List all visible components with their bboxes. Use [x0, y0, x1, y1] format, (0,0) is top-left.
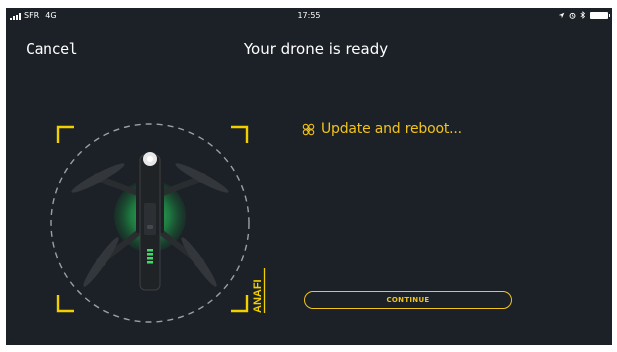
location-arrow-icon [558, 12, 565, 18]
update-status: Update and reboot... [302, 121, 462, 137]
propeller-icon [302, 123, 315, 135]
status-time: 17:55 [297, 11, 321, 20]
continue-button[interactable]: CONTINUE [304, 291, 512, 309]
anafi-logo: ANAFI [252, 268, 266, 313]
status-right [558, 11, 610, 19]
model-label: ANAFI [252, 279, 264, 313]
app-screen: SFR 4G 17:55 Cancel Your drone is ready [6, 8, 612, 345]
update-message: Update and reboot... [321, 121, 462, 137]
page-title: Your drone is ready [243, 40, 389, 58]
battery-icon [590, 11, 610, 19]
alarm-clock-icon [569, 12, 576, 19]
bluetooth-icon [580, 11, 586, 19]
drone-illustration [46, 113, 266, 323]
status-bar: SFR 4G 17:55 [6, 8, 612, 25]
